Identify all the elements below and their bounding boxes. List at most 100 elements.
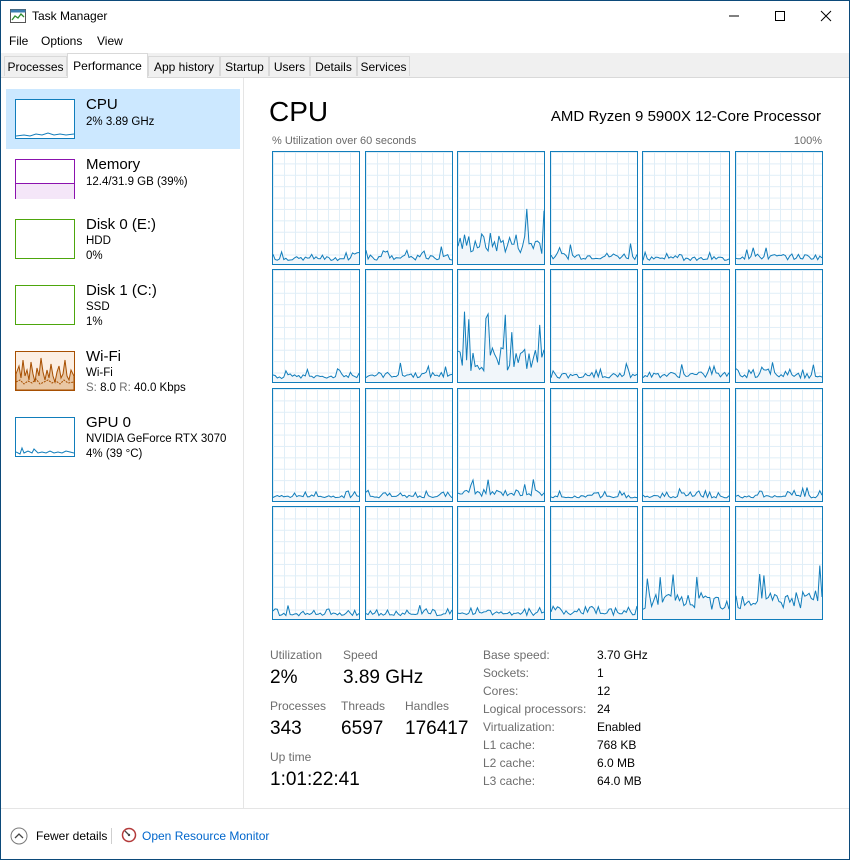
cpu-core-graph bbox=[735, 387, 823, 502]
tab-startup[interactable]: Startup bbox=[220, 56, 269, 76]
maximize-button[interactable] bbox=[757, 1, 803, 31]
speed-value: 3.89 GHz bbox=[343, 667, 424, 688]
close-button[interactable] bbox=[803, 1, 849, 31]
tab-app-history[interactable]: App history bbox=[148, 56, 220, 76]
cpu-core-graph bbox=[364, 269, 453, 384]
processes-label: Processes bbox=[270, 699, 327, 713]
l3-cache-label: L3 cache: bbox=[483, 774, 536, 788]
cpu-core-graph bbox=[272, 269, 360, 384]
tab-processes[interactable]: Processes bbox=[4, 56, 67, 76]
uptime-value: 1:01:22:41 bbox=[270, 769, 360, 790]
cpu-core-graph bbox=[549, 387, 638, 502]
resource-monitor-icon[interactable] bbox=[121, 827, 137, 843]
uptime-label: Up time bbox=[270, 750, 312, 764]
l3-cache-value: 64.0 MB bbox=[597, 774, 642, 788]
fewer-details-button[interactable]: Fewer details bbox=[36, 829, 107, 843]
cpu-core-fill bbox=[458, 479, 545, 501]
cpu-core-graph bbox=[549, 269, 638, 384]
receive-value: 40.0 Kbps bbox=[133, 382, 186, 394]
utilization-value: 2% bbox=[270, 667, 298, 688]
sidebar-item-memory[interactable]: Memory 12.4/31.9 GB (39%) bbox=[6, 149, 240, 209]
sidebar-item-detail: HDD bbox=[86, 235, 111, 247]
cpu-core-graph bbox=[735, 506, 823, 621]
cpu-core-graph bbox=[364, 387, 453, 502]
task-manager-window: Task Manager File Options View Processes… bbox=[0, 0, 850, 860]
sidebar-item-disk-0[interactable]: Disk 0 (E:) HDD 0% bbox=[6, 209, 240, 269]
base-speed-value: 3.70 GHz bbox=[597, 648, 648, 662]
tab-performance[interactable]: Performance bbox=[67, 53, 148, 78]
sidebar-item-label: Wi-Fi bbox=[86, 348, 121, 365]
send-value: 8.0 bbox=[100, 382, 117, 394]
menu-bar: File Options View bbox=[1, 31, 849, 52]
sidebar-item-detail: 2% 3.89 GHz bbox=[86, 116, 155, 128]
cpu-core-fill bbox=[365, 605, 452, 620]
tab-details[interactable]: Details bbox=[310, 56, 357, 76]
cpu-core-fill bbox=[736, 247, 822, 264]
logical-processors-label: Logical processors: bbox=[483, 702, 587, 716]
menu-options[interactable]: Options bbox=[39, 34, 84, 48]
receive-label: R: bbox=[119, 382, 131, 394]
l1-cache-value: 768 KB bbox=[597, 738, 637, 752]
sidebar-item-label: Memory bbox=[86, 156, 141, 173]
resource-sidebar: CPU 2% 3.89 GHz Memory 12.4/31.9 GB (39%… bbox=[1, 78, 244, 808]
sockets-label: Sockets: bbox=[483, 666, 530, 680]
wifi-throughput: S: 8.0 R: 40.0 Kbps bbox=[86, 382, 186, 394]
sidebar-item-wifi[interactable]: Wi-Fi Wi-Fi S: 8.0 R: 40.0 Kbps bbox=[6, 341, 240, 401]
l2-cache-label: L2 cache: bbox=[483, 756, 536, 770]
menu-view[interactable]: View bbox=[95, 34, 125, 48]
l1-cache-label: L1 cache: bbox=[483, 738, 536, 752]
disk-0-thumbnail-graph bbox=[15, 219, 75, 259]
cpu-core-graph bbox=[642, 151, 731, 265]
graph-axis-label: % Utilization over 60 seconds bbox=[272, 135, 417, 147]
l2-cache-value: 6.0 MB bbox=[597, 756, 636, 770]
cpu-core-fill bbox=[365, 246, 452, 264]
cpu-core-fill bbox=[273, 605, 359, 620]
open-resource-monitor-link[interactable]: Open Resource Monitor bbox=[142, 829, 269, 843]
threads-value: 6597 bbox=[341, 718, 384, 739]
cpu-core-graph bbox=[642, 506, 731, 621]
sidebar-item-detail: 4% (39 °C) bbox=[86, 448, 143, 460]
sidebar-item-cpu[interactable]: CPU 2% 3.89 GHz bbox=[6, 89, 240, 149]
threads-label: Threads bbox=[341, 699, 386, 713]
sidebar-item-label: CPU bbox=[86, 96, 118, 113]
minimize-button[interactable] bbox=[711, 1, 757, 31]
cpu-core-fill bbox=[736, 565, 822, 620]
cpu-core-graph bbox=[735, 151, 823, 265]
virtualization-label: Virtualization: bbox=[483, 720, 555, 734]
logical-processors-value: 24 bbox=[597, 702, 611, 716]
cpu-core-graph bbox=[272, 151, 360, 265]
cpu-core-graph bbox=[642, 269, 731, 384]
sidebar-item-detail: Wi-Fi bbox=[86, 367, 113, 379]
footer-divider bbox=[111, 828, 112, 844]
cores-label: Cores: bbox=[483, 684, 519, 698]
cpu-core-graph bbox=[735, 269, 823, 384]
tab-strip: Processes Performance App history Startu… bbox=[1, 53, 849, 78]
sidebar-item-gpu-0[interactable]: GPU 0 NVIDIA GeForce RTX 3070 4% (39 °C) bbox=[6, 407, 240, 467]
tab-services[interactable]: Services bbox=[357, 56, 410, 76]
sidebar-item-label: Disk 0 (E:) bbox=[86, 216, 157, 233]
cpu-core-graph bbox=[642, 387, 731, 502]
cpu-core-graph bbox=[457, 506, 546, 621]
sockets-value: 1 bbox=[597, 666, 604, 680]
cores-value: 12 bbox=[597, 684, 611, 698]
maximize-icon bbox=[775, 11, 785, 21]
close-icon bbox=[820, 10, 832, 22]
sidebar-item-detail: 12.4/31.9 GB (39%) bbox=[86, 176, 188, 188]
virtualization-value: Enabled bbox=[597, 720, 642, 734]
cpu-core-graph bbox=[364, 506, 453, 621]
sidebar-item-detail: 0% bbox=[86, 250, 103, 262]
task-manager-icon bbox=[10, 9, 26, 23]
minimize-icon bbox=[729, 15, 739, 17]
cpu-core-graph bbox=[272, 506, 360, 621]
menu-file[interactable]: File bbox=[7, 34, 30, 48]
cpu-core-graph bbox=[364, 151, 453, 265]
cpu-core-graph bbox=[457, 269, 546, 384]
cpu-core-fill bbox=[643, 488, 730, 501]
tab-users[interactable]: Users bbox=[269, 56, 310, 76]
title-bar[interactable]: Task Manager bbox=[1, 1, 849, 31]
speed-label: Speed bbox=[343, 648, 378, 662]
chevron-up-circle-icon[interactable] bbox=[10, 827, 28, 845]
sidebar-item-disk-1[interactable]: Disk 1 (C:) SSD 1% bbox=[6, 275, 240, 335]
cpu-core-fill bbox=[736, 362, 822, 383]
disk-1-thumbnail-graph bbox=[15, 285, 75, 325]
